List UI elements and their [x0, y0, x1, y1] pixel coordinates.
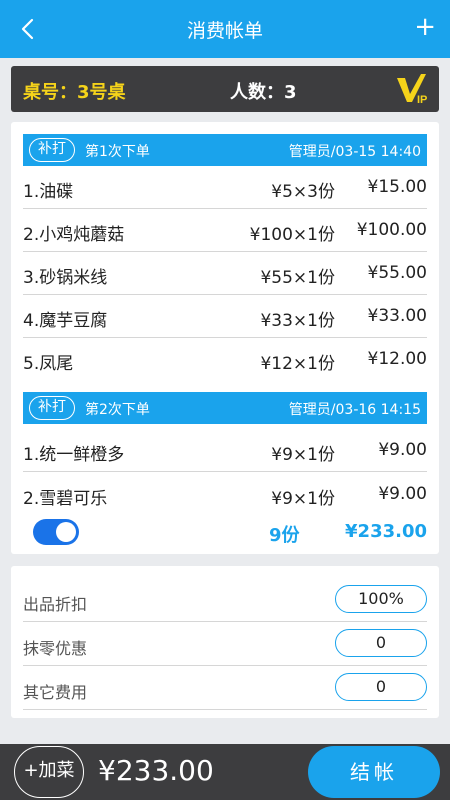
discount-row: 出品折扣 100%	[23, 578, 427, 622]
item-amount: ¥12.00	[367, 349, 427, 369]
item-amount: ¥100.00	[356, 220, 427, 240]
item-name: 2.小鸡炖蘑菇	[23, 225, 125, 245]
order-meta: 管理员/03-16 14:15	[288, 402, 421, 418]
item-qty: ¥5×3份	[271, 182, 335, 202]
item-amount: ¥33.00	[367, 306, 427, 326]
order-meta: 管理员/03-15 14:40	[288, 144, 421, 160]
order-item-row: 1.统一鲜橙多 ¥9×1份 ¥9.00	[23, 429, 427, 472]
reprint-button[interactable]: 补打	[29, 138, 75, 162]
order-item-row: 2.雪碧可乐 ¥9×1份 ¥9.00	[23, 473, 427, 516]
order-sequence: 第2次下单	[85, 402, 150, 418]
people-count: 人数：3	[230, 82, 297, 103]
rounding-input[interactable]: 0	[335, 629, 427, 657]
item-qty: ¥55×1份	[260, 268, 335, 288]
order-total: ¥233.00	[345, 521, 427, 542]
item-amount: ¥15.00	[367, 177, 427, 197]
order-item-row: 1.油碟 ¥5×3份 ¥15.00	[23, 166, 427, 209]
toggle-knob	[56, 522, 76, 542]
item-qty: ¥9×1份	[271, 445, 335, 465]
discount-label: 出品折扣	[23, 595, 88, 614]
order-summary: 9份 ¥233.00	[23, 517, 427, 547]
table-number: 桌号：3号桌	[23, 82, 126, 103]
item-amount: ¥9.00	[378, 484, 427, 504]
svg-text:IP: IP	[417, 94, 427, 106]
order-item-row: 3.砂锅米线 ¥55×1份 ¥55.00	[23, 252, 427, 295]
total-count: 9份	[269, 525, 300, 546]
vip-badge-icon: IP	[397, 74, 427, 106]
item-amount: ¥9.00	[378, 440, 427, 460]
order-item-row: 5.凤尾 ¥12×1份 ¥12.00	[23, 338, 427, 381]
order-card: 补打 第1次下单 管理员/03-15 14:40 1.油碟 ¥5×3份 ¥15.…	[11, 122, 439, 554]
item-name: 3.砂锅米线	[23, 268, 108, 288]
order-sequence: 第1次下单	[85, 144, 150, 160]
item-name: 1.统一鲜橙多	[23, 445, 125, 465]
add-button[interactable]: +	[414, 12, 436, 42]
item-name: 1.油碟	[23, 182, 74, 202]
item-qty: ¥12×1份	[260, 354, 335, 374]
item-name: 4.魔芋豆腐	[23, 311, 108, 331]
item-qty: ¥100×1份	[249, 225, 335, 245]
item-qty: ¥9×1份	[271, 489, 335, 509]
item-qty: ¥33×1份	[260, 311, 335, 331]
order-header-1: 补打 第1次下单 管理员/03-15 14:40	[23, 134, 427, 166]
discount-input[interactable]: 100%	[335, 585, 427, 613]
rounding-label: 抹零优惠	[23, 639, 88, 658]
item-amount: ¥55.00	[367, 263, 427, 283]
item-name: 2.雪碧可乐	[23, 489, 108, 509]
adjustments-card: 出品折扣 100% 抹零优惠 0 其它费用 0	[11, 566, 439, 718]
rounding-row: 抹零优惠 0	[23, 622, 427, 666]
page-title: 消费帐单	[186, 20, 263, 42]
top-nav-bar: 消费帐单 +	[0, 0, 450, 58]
table-info-bar: 桌号：3号桌 人数：3 IP	[11, 66, 439, 112]
other-fee-label: 其它费用	[23, 683, 88, 702]
add-dish-button[interactable]: +加菜	[14, 746, 84, 798]
footer-total: ¥233.00	[98, 754, 214, 787]
reprint-button[interactable]: 补打	[29, 396, 75, 420]
checkout-button[interactable]: 结帐	[308, 746, 440, 798]
bottom-bar: +加菜 ¥233.00 结帐	[0, 744, 450, 800]
item-name: 5.凤尾	[23, 354, 74, 374]
summary-toggle[interactable]	[33, 519, 79, 545]
order-item-row: 2.小鸡炖蘑菇 ¥100×1份 ¥100.00	[23, 209, 427, 252]
order-item-row: 4.魔芋豆腐 ¥33×1份 ¥33.00	[23, 295, 427, 338]
other-fee-input[interactable]: 0	[335, 673, 427, 701]
order-header-2: 补打 第2次下单 管理员/03-16 14:15	[23, 392, 427, 424]
other-fee-row: 其它费用 0	[23, 666, 427, 710]
